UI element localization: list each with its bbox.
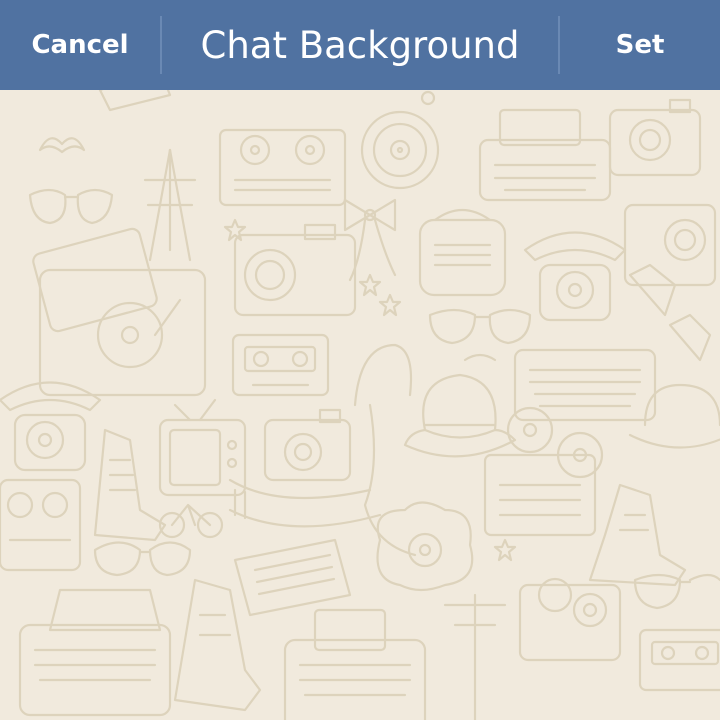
chat-background-screen: Cancel Chat Background Set — [0, 0, 720, 720]
film-projector-icon — [483, 406, 604, 537]
vintage-camera-icon — [233, 223, 357, 317]
newspaper-icon — [233, 538, 352, 617]
sunglasses-icon — [28, 188, 114, 225]
record-player-icon — [32, 227, 207, 397]
typewriter-icon — [18, 588, 172, 717]
fedora-hat-icon — [403, 373, 517, 458]
top-bar: Cancel Chat Background Set — [0, 0, 720, 90]
vinyl-record-icon — [360, 110, 440, 190]
scarf-icon — [228, 478, 382, 528]
page-title: Chat Background — [200, 23, 520, 67]
header-divider-right — [558, 16, 560, 74]
utility-pole-icon — [443, 593, 507, 720]
star-icon — [493, 538, 517, 562]
vintage-camera-icon — [263, 408, 352, 482]
bicycle-icon — [158, 503, 224, 539]
vintage-camera-icon — [623, 203, 717, 287]
sneaker-icon — [173, 578, 262, 712]
sunglasses-icon — [428, 308, 532, 362]
wallpaper-preview — [0, 90, 720, 720]
microphone-icon — [353, 343, 417, 557]
easel-icon — [143, 148, 197, 262]
sunglasses-icon — [633, 573, 720, 610]
mustache-icon — [38, 137, 86, 154]
sneaker-icon — [93, 428, 167, 542]
reel-to-reel-tape-recorder-icon — [218, 128, 347, 207]
wallpaper-doodle-pattern — [0, 90, 720, 720]
sneaker-icon — [98, 90, 172, 112]
star-icon — [420, 90, 436, 106]
header-divider-left — [160, 16, 162, 74]
typewriter-icon — [478, 108, 612, 202]
cassette-tape-icon — [638, 628, 720, 692]
star-icon — [358, 273, 402, 317]
cassette-tape-icon — [231, 333, 330, 397]
sunglasses-icon — [93, 541, 192, 577]
set-button[interactable]: Set — [560, 0, 720, 90]
typewriter-icon — [283, 608, 427, 720]
cancel-button[interactable]: Cancel — [0, 0, 160, 90]
vintage-camera-icon — [518, 577, 622, 662]
sunglasses-icon — [628, 263, 712, 362]
fedora-hat-icon — [628, 383, 720, 449]
sneaker-icon — [588, 483, 687, 587]
star-icon — [223, 218, 247, 242]
radio-icon — [418, 208, 507, 297]
bow-tie-icon — [343, 198, 397, 282]
reel-to-reel-tape-recorder-icon — [0, 478, 82, 572]
vintage-camera-icon — [608, 98, 702, 177]
rotary-phone-icon — [523, 231, 627, 322]
